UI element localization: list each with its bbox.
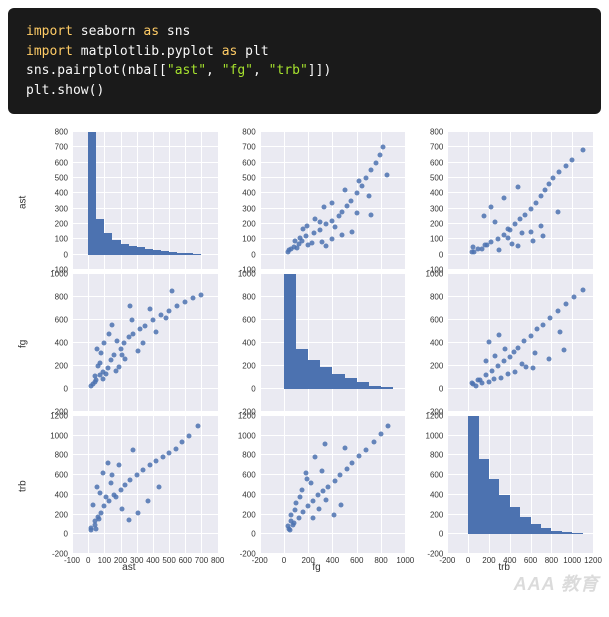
- pairplot-grid: ast -1000100200300400500600700800 -10001…: [14, 132, 595, 588]
- code-text: matplotlib.pyplot: [73, 44, 222, 59]
- ylabel-trb: trb: [14, 416, 32, 556]
- cell-fg-fg: -20002004006008001000: [226, 274, 408, 414]
- cell-trb-trb: -200020040060080010001200-20002004006008…: [413, 416, 595, 556]
- ylabel-ast: ast: [14, 132, 32, 272]
- code-text: plt: [237, 44, 268, 59]
- watermark: AAA 教育: [514, 570, 599, 596]
- cell-trb-ast: -200020040060080010001200-10001002003004…: [38, 416, 220, 556]
- code-line-4: plt.show(): [26, 81, 583, 101]
- pairplot-figure: ast -1000100200300400500600700800 -10001…: [0, 122, 609, 602]
- string-literal: "ast": [167, 63, 206, 78]
- ylabel-fg: fg: [14, 274, 32, 414]
- cell-trb-fg: -200020040060080010001200-20002004006008…: [226, 416, 408, 556]
- code-line-2: import matplotlib.pyplot as plt: [26, 42, 583, 62]
- keyword: import: [26, 44, 73, 59]
- keyword: as: [222, 44, 238, 59]
- cell-fg-trb: -20002004006008001000: [413, 274, 595, 414]
- code-text: seaborn: [73, 24, 143, 39]
- corner: [14, 558, 32, 588]
- code-text: sns: [159, 24, 190, 39]
- code-line-3: sns.pairplot(nba[["ast", "fg", "trb"]]): [26, 61, 583, 81]
- keyword: as: [143, 24, 159, 39]
- code-block: import seaborn as sns import matplotlib.…: [8, 8, 601, 114]
- string-literal: "fg": [222, 63, 253, 78]
- cell-fg-ast: -20002004006008001000: [38, 274, 220, 414]
- code-text: ,: [206, 63, 222, 78]
- code-line-1: import seaborn as sns: [26, 22, 583, 42]
- code-text: plt.show(): [26, 83, 104, 98]
- keyword: import: [26, 24, 73, 39]
- string-literal: "trb": [269, 63, 308, 78]
- code-text: sns.pairplot(nba[[: [26, 63, 167, 78]
- cell-ast-fg: -1000100200300400500600700800: [226, 132, 408, 272]
- code-text: ]]): [308, 63, 331, 78]
- cell-ast-trb: -1000100200300400500600700800: [413, 132, 595, 272]
- code-text: ,: [253, 63, 269, 78]
- cell-ast-ast: -1000100200300400500600700800: [38, 132, 220, 272]
